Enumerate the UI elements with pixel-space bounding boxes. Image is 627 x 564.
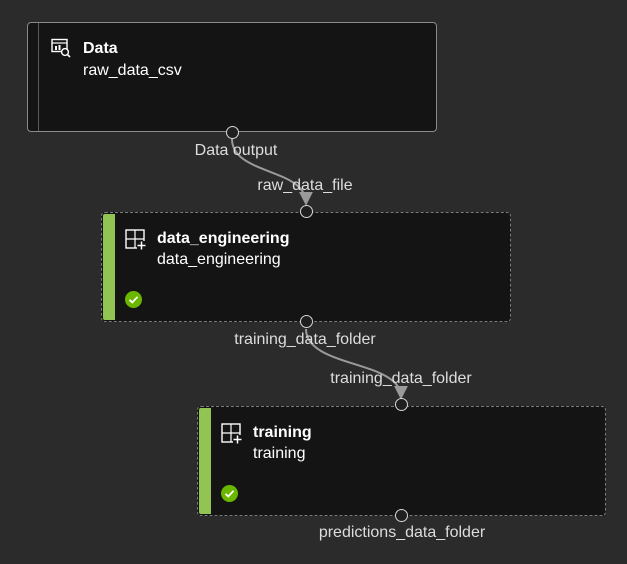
- data-engineering-output-port[interactable]: [299, 315, 313, 328]
- component-icon: [125, 229, 146, 250]
- status-accent-bar: [103, 214, 115, 320]
- completed-check-icon: [125, 291, 142, 308]
- node-subtitle: training: [253, 445, 306, 462]
- node-title: training: [253, 424, 312, 441]
- status-accent-bar: [199, 408, 211, 514]
- port-label: Data output: [194, 142, 278, 159]
- dataset-icon: [51, 38, 71, 58]
- node-title: data_engineering: [157, 230, 290, 247]
- node-subtitle: data_engineering: [157, 251, 281, 268]
- data-engineering-input-port[interactable]: [299, 205, 313, 218]
- port-label: predictions_data_folder: [318, 524, 486, 541]
- port-label: training_data_folder: [234, 331, 376, 348]
- training-input-port[interactable]: [394, 398, 408, 411]
- node-divider: [38, 23, 39, 131]
- data-engineering-node[interactable]: data_engineering data_engineering: [101, 212, 511, 322]
- training-node[interactable]: training training: [197, 406, 606, 516]
- data-node[interactable]: Data raw_data_csv: [27, 22, 437, 132]
- pipeline-canvas[interactable]: Data raw_data_csv data_engineering data_…: [0, 0, 627, 564]
- port-label: raw_data_file: [257, 177, 353, 194]
- completed-check-icon: [221, 485, 238, 502]
- training-output-port[interactable]: [394, 509, 408, 522]
- component-icon: [221, 423, 242, 444]
- data-output-port[interactable]: [225, 126, 239, 139]
- port-label: training_data_folder: [330, 370, 472, 387]
- node-title: Data: [83, 40, 118, 57]
- node-subtitle: raw_data_csv: [83, 62, 182, 79]
